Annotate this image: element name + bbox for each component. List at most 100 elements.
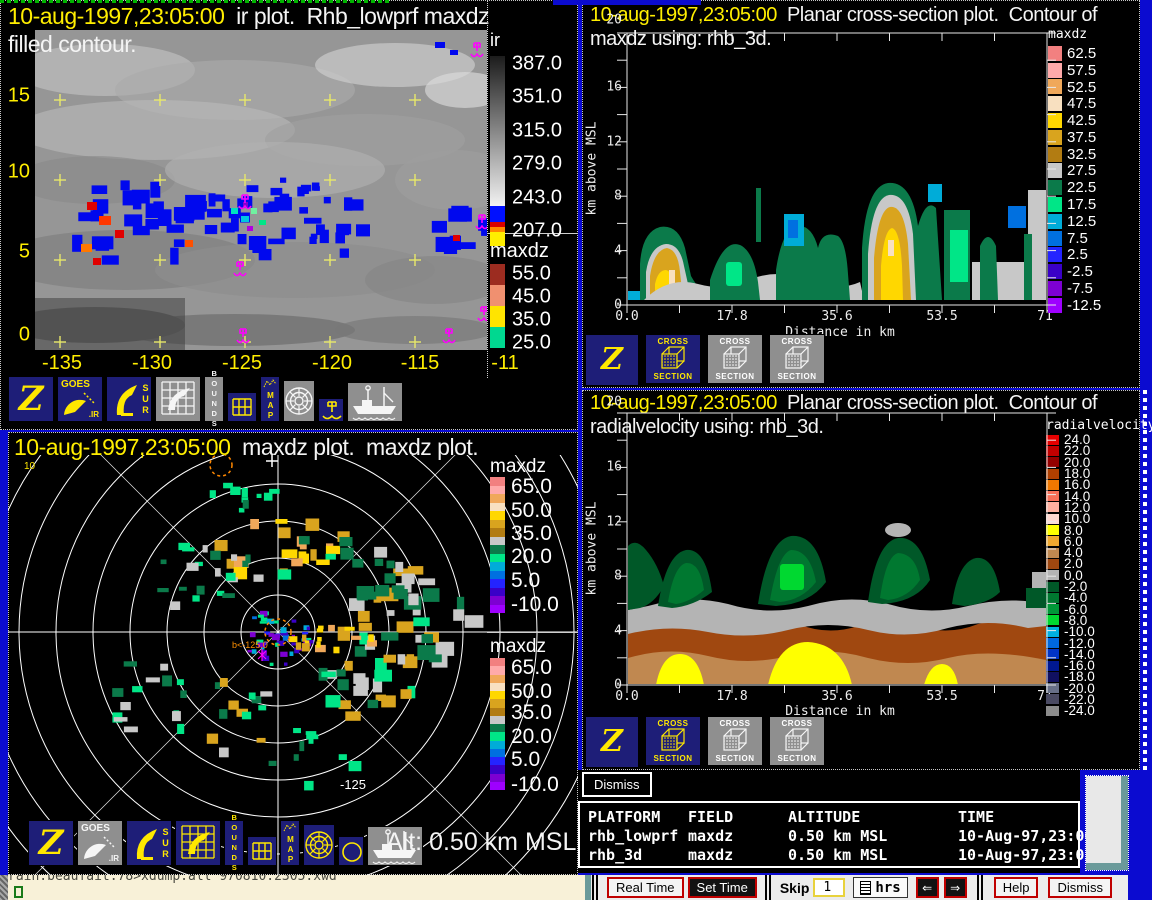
cross-label: CROSS <box>719 337 751 346</box>
tick-label: 279.0 <box>512 152 563 175</box>
toolbar-icon-goes[interactable]: GOES .IR <box>77 820 123 866</box>
toolbar-icon-buoy[interactable] <box>318 398 344 422</box>
cross-section-button[interactable]: CROSS SECTION <box>645 716 701 766</box>
range-rings-icon <box>285 387 313 415</box>
scrollbar-widget[interactable] <box>1085 775 1129 871</box>
toolbar-icon-gridradar[interactable] <box>155 376 201 422</box>
colorbar-value: 37.5 <box>1067 128 1097 146</box>
tick-label: -10.0 <box>511 773 559 796</box>
ppi-colorbar-divider <box>487 632 578 633</box>
cube-icon <box>723 728 747 751</box>
colorbar-value: -2.5 <box>1067 263 1093 281</box>
tick-label: 351.0 <box>512 85 563 108</box>
toolbar-icon-sur[interactable]: SUR <box>106 376 152 422</box>
ir-x-axis: -135 -130 -125 -120 -115 -11 <box>0 352 578 376</box>
terminal-cursor <box>14 886 23 898</box>
tick-label: 15 <box>7 84 30 107</box>
tick-label: 35.0 <box>511 522 552 545</box>
resize-grip[interactable] <box>0 875 8 900</box>
ship-icon <box>352 385 396 421</box>
colorbar-swatch <box>1046 705 1059 716</box>
cross-section-button[interactable]: CROSS SECTION <box>769 334 825 384</box>
cube-icon <box>785 346 809 369</box>
xsec2-y-label: km above MSL <box>584 501 600 596</box>
colorbar-value: 7.5 <box>1067 229 1088 247</box>
toolbar-icon-grid[interactable] <box>247 836 277 866</box>
status-dismiss-button[interactable]: Dismiss <box>582 772 652 797</box>
tick-label: 35.0 <box>512 308 551 331</box>
xsec2-title-line2: radialvelocity using: rhb_3d. <box>590 416 824 438</box>
svg-text:-125: -125 <box>340 777 366 792</box>
toolbar-icon-sur[interactable]: SUR <box>126 820 172 866</box>
toolbar-icon-goes[interactable]: GOES .IR <box>57 376 103 422</box>
xsec1-title-line1: 10-aug-1997,23:05:00 Planar cross-sectio… <box>590 4 1098 27</box>
wm-right-border <box>1143 390 1147 772</box>
toolbar-icon-rings[interactable] <box>283 380 315 422</box>
toolbar-icon-bounds[interactable]: BOUNDS <box>224 813 244 873</box>
cross-section-button[interactable]: CROSS SECTION <box>769 716 825 766</box>
toolbar-icon-circle[interactable] <box>338 836 364 866</box>
step-forward-button[interactable]: ⇒ <box>943 877 967 898</box>
colorbar-value: 52.5 <box>1067 78 1097 96</box>
status-col-header: PLATFORM <box>588 808 661 826</box>
ir-colorbar <box>490 56 505 246</box>
bottom-corner <box>1128 875 1152 900</box>
dismiss-button[interactable]: Dismiss <box>1048 877 1112 898</box>
cross-label: CROSS <box>657 337 689 346</box>
cross-label: CROSS <box>719 719 751 728</box>
terminal-window[interactable]: rain:beaufait:78>xdump.all 970810.2305.x… <box>8 875 585 900</box>
satellite-image[interactable] <box>35 30 487 350</box>
ir-title-line2: filled contour. <box>8 31 137 57</box>
ir-title-rest: ir plot. Rhb_lowprf maxdz <box>236 3 490 29</box>
toolbar-icon-bounds[interactable]: BOUNDS <box>204 369 224 429</box>
real-time-button[interactable]: Real Time <box>607 877 684 898</box>
tick-label: 65.0 <box>511 656 552 679</box>
cube-icon <box>785 728 809 751</box>
toolbar-icon-rings[interactable] <box>303 824 335 866</box>
toolbar-icon-gridradar[interactable] <box>175 820 221 866</box>
tick-label: 25.0 <box>512 331 551 354</box>
zebra-logo-icon: Z <box>601 724 623 759</box>
step-back-button[interactable]: ⇐ <box>915 877 939 898</box>
zebra-logo-button[interactable]: Z <box>585 334 639 386</box>
skip-input[interactable] <box>813 878 846 897</box>
status-cell: maxdz <box>688 846 734 864</box>
colorbar-value: 47.5 <box>1067 95 1097 113</box>
zebra-logo-button[interactable]: Z <box>585 716 639 768</box>
cube-icon <box>723 346 747 369</box>
section-label: SECTION <box>653 372 693 381</box>
help-button[interactable]: Help <box>993 877 1039 898</box>
section-label: SECTION <box>777 372 817 381</box>
tick-label: 65.0 <box>511 475 552 498</box>
toolbar-icon-z[interactable]: Z <box>8 376 54 422</box>
colorbar-value: 12.5 <box>1067 212 1097 230</box>
map-icon <box>263 379 277 388</box>
toolbar-icon-map[interactable]: MAP <box>260 376 280 422</box>
arrow-right-icon: ⇒ <box>950 880 961 895</box>
toolbar-icon-map[interactable]: MAP <box>280 820 300 866</box>
tick-label: 5.0 <box>511 569 541 592</box>
hrs-button[interactable]: hrs <box>853 877 908 898</box>
cross-section-button[interactable]: CROSS SECTION <box>707 334 763 384</box>
set-time-button[interactable]: Set Time <box>687 877 757 898</box>
toolbar-icon-z[interactable]: Z <box>28 820 74 866</box>
section-label: SECTION <box>715 754 755 763</box>
grid-radar-icon <box>181 825 215 859</box>
section-label: SECTION <box>715 372 755 381</box>
ir-title-time: 10-aug-1997,23:05:00 <box>8 3 225 29</box>
toolbar-icon-grid[interactable] <box>227 392 257 422</box>
grid-icon <box>252 842 272 860</box>
colorbar-value: 27.5 <box>1067 162 1097 180</box>
tick-label: 50.0 <box>511 499 552 522</box>
ppi-title-time: 10-aug-1997,23:05:00 <box>14 434 231 460</box>
colorbar-value: -7.5 <box>1067 280 1093 298</box>
tick-label: 5.0 <box>511 748 541 771</box>
status-col-header: FIELD <box>688 808 734 826</box>
colorbar-value: -24.0 <box>1064 703 1095 719</box>
toolbar-icon-ship[interactable] <box>347 382 403 422</box>
cross-section-button[interactable]: CROSS SECTION <box>707 716 763 766</box>
ir-colorbar-label: ir <box>490 30 500 50</box>
status-table-header: PLATFORM FIELD ALTITUDE TIME <box>588 808 1078 827</box>
cross-section-button[interactable]: CROSS SECTION <box>645 334 701 384</box>
tick-label: 20 <box>606 12 622 28</box>
